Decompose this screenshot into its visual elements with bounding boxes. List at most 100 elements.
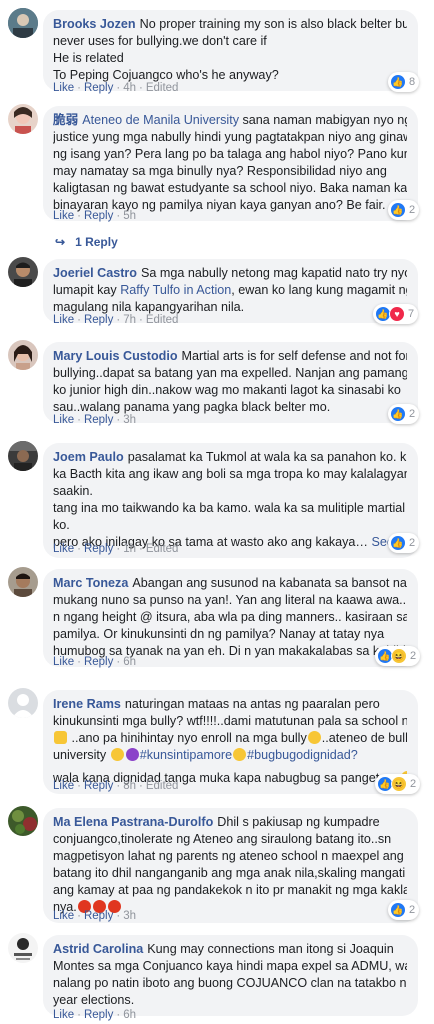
hashtag-link[interactable]: #kunsintipamore [140, 748, 232, 762]
laughing-emoji-icon [307, 731, 321, 744]
reply-link[interactable]: Reply [84, 210, 113, 222]
comment-text: saakin. [53, 484, 93, 498]
comment-text: lumapit kay [53, 283, 117, 297]
like-reaction-icon: 👍 [390, 406, 406, 422]
like-link[interactable]: Like [53, 314, 74, 326]
page-mention[interactable]: Ateneo de Manila University [82, 113, 239, 127]
hashtag-link[interactable]: #bugbugodignidad? [247, 748, 358, 762]
page-mention[interactable]: Raffy Tulfo in Action [120, 283, 231, 297]
comment-text: Kung may connections man itong si Joaqui… [147, 942, 394, 956]
devil-emoji-icon [125, 748, 139, 761]
reaction-count: 2 [409, 408, 416, 420]
avatar[interactable] [8, 104, 38, 134]
avatar[interactable] [8, 8, 38, 38]
comment-author[interactable]: Astrid Carolina [53, 942, 143, 956]
avatar[interactable] [8, 567, 38, 597]
comment-text: Montes sa mga Conjuanco kaya hindi mapa … [53, 959, 407, 973]
reaction-summary[interactable]: 👍 2 [388, 404, 420, 424]
comment-author[interactable]: Mary Louis Custodio [53, 349, 178, 363]
comment-bubble: Astrid Carolina Kung may connections man … [43, 935, 418, 1016]
like-link[interactable]: Like [53, 1009, 74, 1021]
comment-actions: Like · Reply · 6h [53, 1009, 136, 1021]
comment-actions: Like · Reply · 5h [53, 210, 136, 222]
timestamp[interactable]: 3h [123, 910, 136, 922]
reaction-summary[interactable]: 👍 😆 2 [375, 774, 421, 794]
timestamp[interactable]: 8h [123, 780, 136, 792]
comment-text: pamilya. Or kinukunsinti dn ng pamilya? … [53, 627, 385, 641]
comment-text: bullying..dapat sa batang yan ma expelle… [53, 366, 407, 380]
like-reaction-icon: 👍 [390, 902, 406, 918]
reply-link[interactable]: Reply [84, 910, 113, 922]
reply-link[interactable]: Reply [84, 82, 113, 94]
reaction-summary[interactable]: 👍 2 [388, 533, 420, 553]
replies-count: 1 Reply [75, 235, 118, 249]
avatar[interactable] [8, 441, 38, 471]
reply-link[interactable]: Reply [84, 1009, 113, 1021]
timestamp[interactable]: 6h [123, 1009, 136, 1021]
comment-author[interactable]: Joeriel Castro [53, 266, 137, 280]
comment-actions: Like · Reply · 7h · Edited [53, 314, 179, 326]
comment-author[interactable]: Joem Paulo [53, 450, 124, 464]
avatar[interactable] [8, 688, 38, 718]
like-link[interactable]: Like [53, 414, 74, 426]
reaction-summary[interactable]: 👍 ♥ 7 [373, 304, 419, 324]
comment-text: Sa mga nabully netong mag kapatid nato t… [141, 266, 407, 280]
comment-bubble: Ma Elena Pastrana-Durolfo Dhil s pakiusap… [43, 808, 418, 923]
like-link[interactable]: Like [53, 543, 74, 555]
comment-text: batang ito dhil nanganganib ang mga anak… [53, 866, 407, 880]
comment-bubble: 脆弱 Ateneo de Manila University sana naman… [43, 106, 418, 221]
reaction-summary[interactable]: 👍 2 [388, 900, 420, 920]
comment-text: , ewan ko lang kung magamit ng [231, 283, 407, 297]
comment-text: kaligtasan ng bawat estudyante sa school… [53, 181, 407, 195]
comment-author[interactable]: Marc Toneza [53, 576, 128, 590]
avatar[interactable] [8, 340, 38, 370]
like-link[interactable]: Like [53, 210, 74, 222]
like-link[interactable]: Like [53, 656, 74, 668]
like-reaction-icon: 👍 [390, 535, 406, 551]
haha-reaction-icon: 😆 [391, 776, 407, 792]
edited-label[interactable]: Edited [146, 780, 179, 792]
like-link[interactable]: Like [53, 82, 74, 94]
avatar[interactable] [8, 933, 38, 963]
comment-author[interactable]: 脆弱 [53, 113, 78, 127]
reply-link[interactable]: Reply [84, 780, 113, 792]
reaction-summary[interactable]: 👍 8 [388, 72, 420, 92]
reaction-count: 2 [409, 537, 416, 549]
reaction-summary[interactable]: 👍 2 [388, 200, 420, 220]
comment-text: Martial arts is for self defense and not… [181, 349, 407, 363]
like-link[interactable]: Like [53, 780, 74, 792]
comment-text: ..ateneo de bully [321, 731, 407, 745]
timestamp[interactable]: 3h [123, 414, 136, 426]
comment-text: nalang po natin iboto ang buong COJUANCO… [53, 976, 407, 990]
comment-text: university [53, 748, 107, 762]
edited-label[interactable]: Edited [146, 82, 179, 94]
reply-link[interactable]: Reply [84, 543, 113, 555]
reply-link[interactable]: Reply [84, 414, 113, 426]
reply-link[interactable]: Reply [84, 656, 113, 668]
edited-label[interactable]: Edited [146, 314, 179, 326]
like-link[interactable]: Like [53, 910, 74, 922]
timestamp[interactable]: 4h [123, 82, 136, 94]
comment-author[interactable]: Ma Elena Pastrana-Durolfo [53, 815, 213, 829]
reply-link[interactable]: Reply [84, 314, 113, 326]
comment-author[interactable]: Irene Rams [53, 697, 121, 711]
reaction-summary[interactable]: 👍 😆 2 [375, 646, 421, 666]
like-reaction-icon: 👍 [390, 202, 406, 218]
view-replies-link[interactable]: ↪ 1 Reply [55, 235, 118, 249]
reaction-count: 7 [408, 308, 415, 320]
comment-text: justice yung mga nabully hindi yung pagt… [53, 130, 407, 144]
comment-author[interactable]: Brooks Jozen [53, 17, 136, 31]
comment-text: ko. [53, 518, 70, 532]
avatar[interactable] [8, 806, 38, 836]
timestamp[interactable]: 6h [123, 656, 136, 668]
timestamp[interactable]: 5h [123, 210, 136, 222]
comment-text: never uses for bullying.we don't care if [53, 34, 267, 48]
comment-text: n ngang height @ itsura, aba wla pa ding… [53, 610, 407, 624]
comment-bubble: Joem Paulo pasalamat ka Tukmol at wala ka… [43, 443, 418, 558]
avatar[interactable] [8, 257, 38, 287]
like-reaction-icon: 👍 [390, 74, 406, 90]
edited-label[interactable]: Edited [146, 543, 179, 555]
timestamp[interactable]: 7h [123, 314, 136, 326]
timestamp[interactable]: 1h [123, 543, 136, 555]
comment-text: may namatay sa mga binully nya? Responsi… [53, 164, 387, 178]
